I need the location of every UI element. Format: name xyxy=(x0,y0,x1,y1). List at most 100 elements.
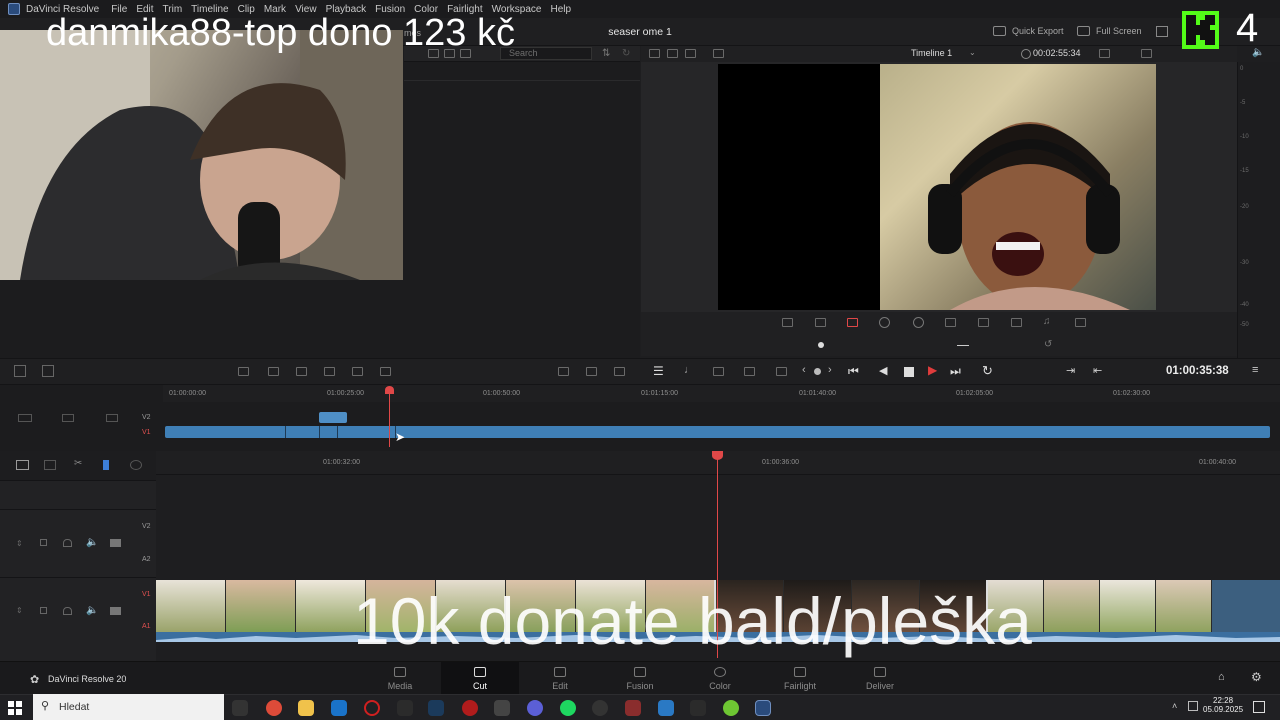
trim-icon[interactable] xyxy=(44,460,56,470)
append-icon[interactable] xyxy=(268,367,279,376)
razor-icon[interactable] xyxy=(42,365,54,377)
quick-export-button[interactable]: Quick Export xyxy=(993,26,1064,36)
taskbar-search-input[interactable]: ⚲ Hledat xyxy=(33,694,224,720)
menu-help[interactable]: Help xyxy=(550,4,571,15)
play-reverse-icon[interactable]: ◀ xyxy=(879,364,887,377)
headphones-icon[interactable] xyxy=(63,539,72,547)
layout-icon[interactable] xyxy=(1141,49,1152,58)
gear-icon[interactable]: ⚙ xyxy=(1251,670,1262,684)
app-icon[interactable] xyxy=(462,700,478,716)
timeline-view-icon[interactable] xyxy=(685,49,696,58)
marker-icon[interactable] xyxy=(103,460,109,470)
file-explorer-icon[interactable] xyxy=(298,700,314,716)
obs-icon[interactable] xyxy=(592,700,608,716)
split-icon[interactable] xyxy=(558,367,569,376)
next-edit-icon[interactable]: › xyxy=(828,364,832,376)
menu-icon[interactable]: ≡ xyxy=(1252,364,1258,376)
close-up-icon[interactable] xyxy=(324,367,335,376)
stop-icon[interactable] xyxy=(904,367,914,377)
speed-icon[interactable] xyxy=(913,317,924,328)
refresh-icon[interactable]: ↻ xyxy=(622,48,630,59)
source-overwrite-icon[interactable] xyxy=(380,367,391,376)
timeline-view-icon[interactable] xyxy=(16,460,29,470)
ripple-overwrite-icon[interactable] xyxy=(296,367,307,376)
monitor-icon[interactable] xyxy=(110,539,121,547)
safe-area-icon[interactable] xyxy=(713,49,724,58)
full-screen-button[interactable]: Full Screen xyxy=(1077,26,1142,36)
chevron-up-icon[interactable]: ˄ xyxy=(1172,701,1177,711)
reset-icon[interactable]: ↺ xyxy=(1044,339,1052,350)
lens-icon[interactable] xyxy=(978,318,989,327)
windows-start-icon[interactable] xyxy=(8,701,22,715)
v1-clip-strip[interactable] xyxy=(165,426,1270,438)
opera-icon[interactable] xyxy=(364,700,380,716)
home-icon[interactable]: ⌂ xyxy=(1218,671,1225,683)
mark-out-icon[interactable]: ⇤ xyxy=(1093,364,1102,377)
tab-color[interactable]: Color xyxy=(681,662,759,695)
tab-deliver[interactable]: Deliver xyxy=(841,662,919,695)
play-icon[interactable]: ▶ xyxy=(928,363,937,377)
source-icon[interactable] xyxy=(667,49,678,58)
speaker-icon[interactable]: 🔈 xyxy=(86,537,98,548)
chevron-down-icon[interactable]: ⌄ xyxy=(969,48,976,57)
epic-icon[interactable] xyxy=(690,700,706,716)
jog-dot-icon[interactable] xyxy=(814,368,821,375)
clip-thumbnail[interactable] xyxy=(1156,580,1212,632)
mark-in-icon[interactable]: ⇥ xyxy=(1066,364,1075,377)
flag-icon[interactable] xyxy=(586,367,597,376)
transform-icon[interactable] xyxy=(782,318,793,327)
audio-track-icon[interactable] xyxy=(713,367,724,376)
winrar-icon[interactable] xyxy=(625,700,641,716)
effects-icon[interactable] xyxy=(1075,318,1086,327)
headphones-icon[interactable] xyxy=(63,607,72,615)
epic-games-icon[interactable] xyxy=(397,700,413,716)
steam-icon[interactable] xyxy=(428,700,444,716)
outlook-icon[interactable] xyxy=(331,700,347,716)
audio-icon[interactable]: ♫ xyxy=(1043,316,1051,327)
keyboard-icon[interactable] xyxy=(1188,701,1198,711)
chat-app-icon[interactable] xyxy=(723,700,739,716)
lower-playhead-handle[interactable] xyxy=(712,451,723,460)
place-on-top-icon[interactable] xyxy=(352,367,363,376)
viewer-mode-icon[interactable] xyxy=(649,49,660,58)
clip-thumbnail[interactable] xyxy=(156,580,226,632)
marker-icon[interactable] xyxy=(614,367,625,376)
task-view-icon[interactable] xyxy=(232,700,248,716)
chrome-icon[interactable] xyxy=(266,700,282,716)
move-icon[interactable]: ⇕ xyxy=(16,606,23,615)
tab-cut[interactable]: Cut xyxy=(441,662,519,695)
loop-icon[interactable]: ↻ xyxy=(982,363,993,379)
monitor-app-icon[interactable] xyxy=(658,700,674,716)
tab-fairlight[interactable]: Fairlight xyxy=(761,662,839,695)
clip-thumbnail[interactable] xyxy=(1100,580,1156,632)
timeline-options-icon[interactable]: ☰ xyxy=(653,364,664,378)
lock-icon[interactable] xyxy=(40,539,47,546)
clip-thumbnail[interactable] xyxy=(1044,580,1100,632)
clip-thumbnail[interactable] xyxy=(226,580,296,632)
upper-timeline-ruler[interactable]: 01:00:00:00 01:00:25:00 01:00:50:00 01:0… xyxy=(163,385,1280,402)
clock[interactable]: 22:28 05.09.2025 xyxy=(1203,696,1243,714)
ease-linear-icon[interactable] xyxy=(957,345,969,346)
composite-icon[interactable] xyxy=(879,317,890,328)
keyframe-dot[interactable] xyxy=(818,342,824,348)
color-icon[interactable] xyxy=(1011,318,1022,327)
tab-edit[interactable]: Edit xyxy=(521,662,599,695)
spotify-icon[interactable] xyxy=(560,700,576,716)
monitor-icon[interactable] xyxy=(110,607,121,615)
scissors-icon[interactable]: ✂ xyxy=(74,458,82,469)
track-settings-icon[interactable] xyxy=(18,414,32,422)
loop-clip-icon[interactable] xyxy=(776,367,787,376)
dynamic-zoom-icon[interactable] xyxy=(847,318,858,327)
zoom-icon[interactable] xyxy=(130,460,142,470)
upper-playhead-handle[interactable] xyxy=(385,386,394,394)
cam-icon[interactable] xyxy=(744,367,755,376)
smart-insert-icon[interactable] xyxy=(238,367,249,376)
store-icon[interactable] xyxy=(494,700,510,716)
davinci-taskbar-icon[interactable] xyxy=(755,700,771,716)
stabilize-icon[interactable] xyxy=(945,318,956,327)
discord-icon[interactable] xyxy=(527,700,543,716)
go-to-end-icon[interactable]: ⏭ xyxy=(950,364,961,379)
crop-icon[interactable] xyxy=(815,318,826,327)
track-view-icon[interactable] xyxy=(106,414,118,422)
settings-icon[interactable] xyxy=(1156,26,1168,37)
